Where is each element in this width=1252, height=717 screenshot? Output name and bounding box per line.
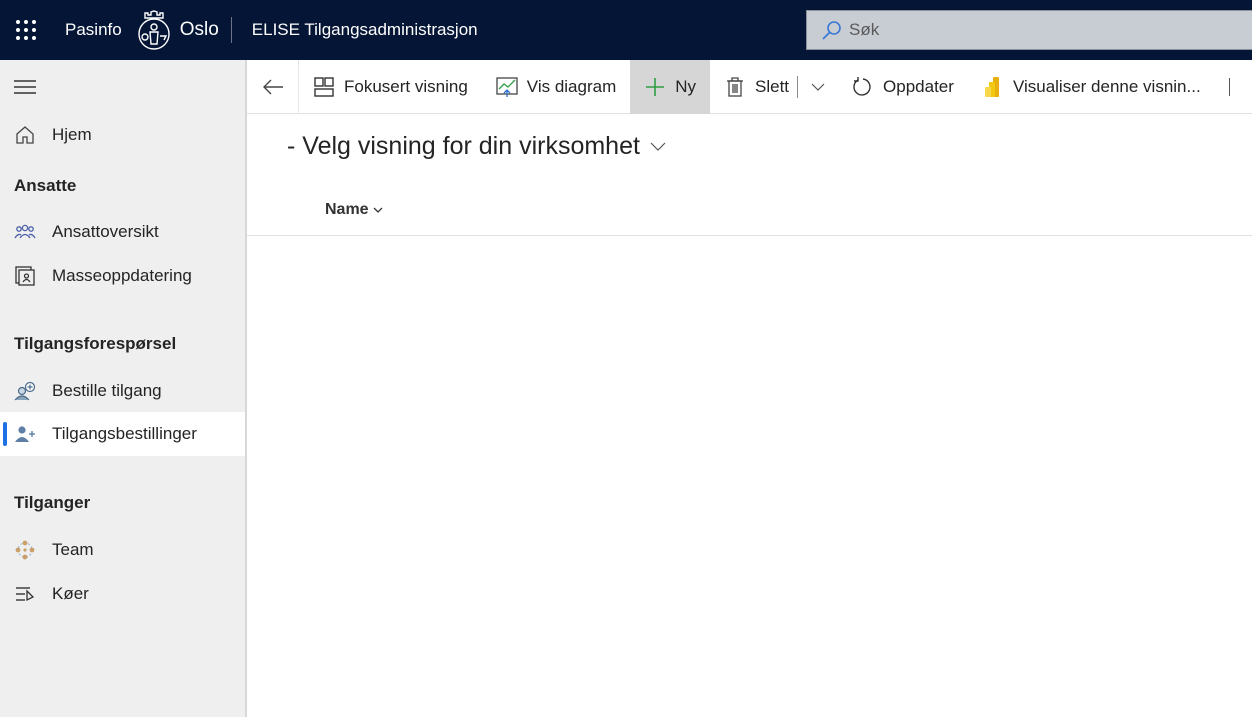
sidebar-item-label: Masseoppdatering	[52, 266, 192, 285]
show-chart-label: Vis diagram	[526, 76, 617, 96]
focused-view-label: Fokusert visning	[344, 76, 468, 96]
chart-icon	[496, 76, 518, 98]
overflow-divider	[1228, 77, 1230, 96]
hamburger-menu-icon[interactable]	[14, 78, 36, 96]
person-add-circle-icon	[14, 380, 36, 402]
sidebar: Hjem Ansatte Ansattoversikt Masseoppdate…	[0, 60, 247, 717]
sidebar-item-hjem[interactable]: Hjem	[0, 113, 245, 157]
waffle-icon	[16, 20, 36, 40]
oslo-logo-icon	[134, 8, 174, 52]
sidebar-item-label: Ansattoversikt	[52, 222, 159, 241]
home-icon	[14, 124, 36, 146]
plus-icon	[644, 76, 666, 98]
sidebar-item-label: Team	[52, 540, 94, 559]
brand-name: Pasinfo	[65, 20, 122, 39]
back-button[interactable]	[247, 59, 299, 114]
sidebar-item-label: Hjem	[52, 125, 92, 144]
sidebar-item-ansattoversikt[interactable]: Ansattoversikt	[0, 210, 245, 254]
section-tilgangsforesporsel: Tilgangsforespørsel	[14, 334, 177, 353]
trash-icon	[724, 76, 746, 98]
refresh-button[interactable]: Oppdater	[838, 60, 968, 114]
column-header-label: Name	[325, 201, 369, 218]
focused-view-button[interactable]: Fokusert visning	[299, 60, 482, 114]
chevron-down-icon	[373, 207, 383, 213]
power-bi-icon	[982, 76, 1004, 98]
people-icon	[14, 221, 36, 243]
app-launcher-button[interactable]	[0, 0, 52, 60]
contact-card-icon	[14, 265, 36, 287]
search-input[interactable]	[849, 20, 1229, 40]
chevron-down-icon	[811, 83, 825, 91]
delete-label: Slett	[755, 76, 790, 96]
new-button[interactable]: Ny	[630, 59, 711, 114]
person-add-icon	[14, 423, 36, 445]
view-title: - Velg visning for din virksomhet	[287, 132, 640, 160]
column-header-name[interactable]: Name	[325, 201, 383, 219]
sidebar-item-tilgangsbestillinger[interactable]: Tilgangsbestillinger	[0, 412, 245, 456]
team-icon	[14, 539, 36, 561]
search-box[interactable]	[806, 10, 1252, 50]
delete-more-button[interactable]	[798, 60, 838, 114]
delete-button[interactable]: Slett	[710, 60, 795, 114]
queue-icon	[14, 583, 36, 605]
header-divider	[230, 17, 232, 43]
visualize-view-label: Visualiser denne visnin...	[1012, 76, 1201, 96]
sidebar-item-masseoppdatering[interactable]: Masseoppdatering	[0, 254, 245, 298]
chevron-down-icon	[650, 142, 666, 151]
visualize-view-button[interactable]: Visualiser denne visnin...	[968, 60, 1215, 114]
sidebar-item-label: Bestille tilgang	[52, 381, 162, 400]
section-ansatte: Ansatte	[14, 176, 77, 195]
view-selector[interactable]: - Velg visning for din virksomhet	[287, 132, 666, 161]
section-tilganger: Tilganger	[14, 493, 91, 512]
org-name: Oslo	[179, 19, 219, 40]
new-label: Ny	[675, 76, 697, 96]
refresh-label: Oppdater	[883, 76, 954, 96]
sidebar-item-koer[interactable]: Køer	[0, 572, 245, 616]
grid-header: Name	[247, 186, 1252, 236]
sidebar-item-team[interactable]: Team	[0, 528, 245, 572]
app-title[interactable]: ELISE Tilgangsadministrasjon	[252, 20, 478, 40]
focused-view-icon	[313, 76, 335, 98]
search-icon	[822, 21, 841, 40]
command-bar: Fokusert visning Vis diagram Ny Slett Op…	[247, 59, 1252, 114]
refresh-icon	[852, 76, 874, 98]
sidebar-item-label: Tilgangsbestillinger	[52, 424, 197, 443]
sidebar-item-bestille-tilgang[interactable]: Bestille tilgang	[0, 369, 245, 413]
top-bar: Pasinfo Oslo ELISE Tilgangsadministrasjo…	[0, 0, 1252, 60]
show-chart-button[interactable]: Vis diagram	[482, 60, 630, 114]
arrow-left-icon	[262, 79, 283, 94]
sidebar-item-label: Køer	[52, 584, 89, 603]
